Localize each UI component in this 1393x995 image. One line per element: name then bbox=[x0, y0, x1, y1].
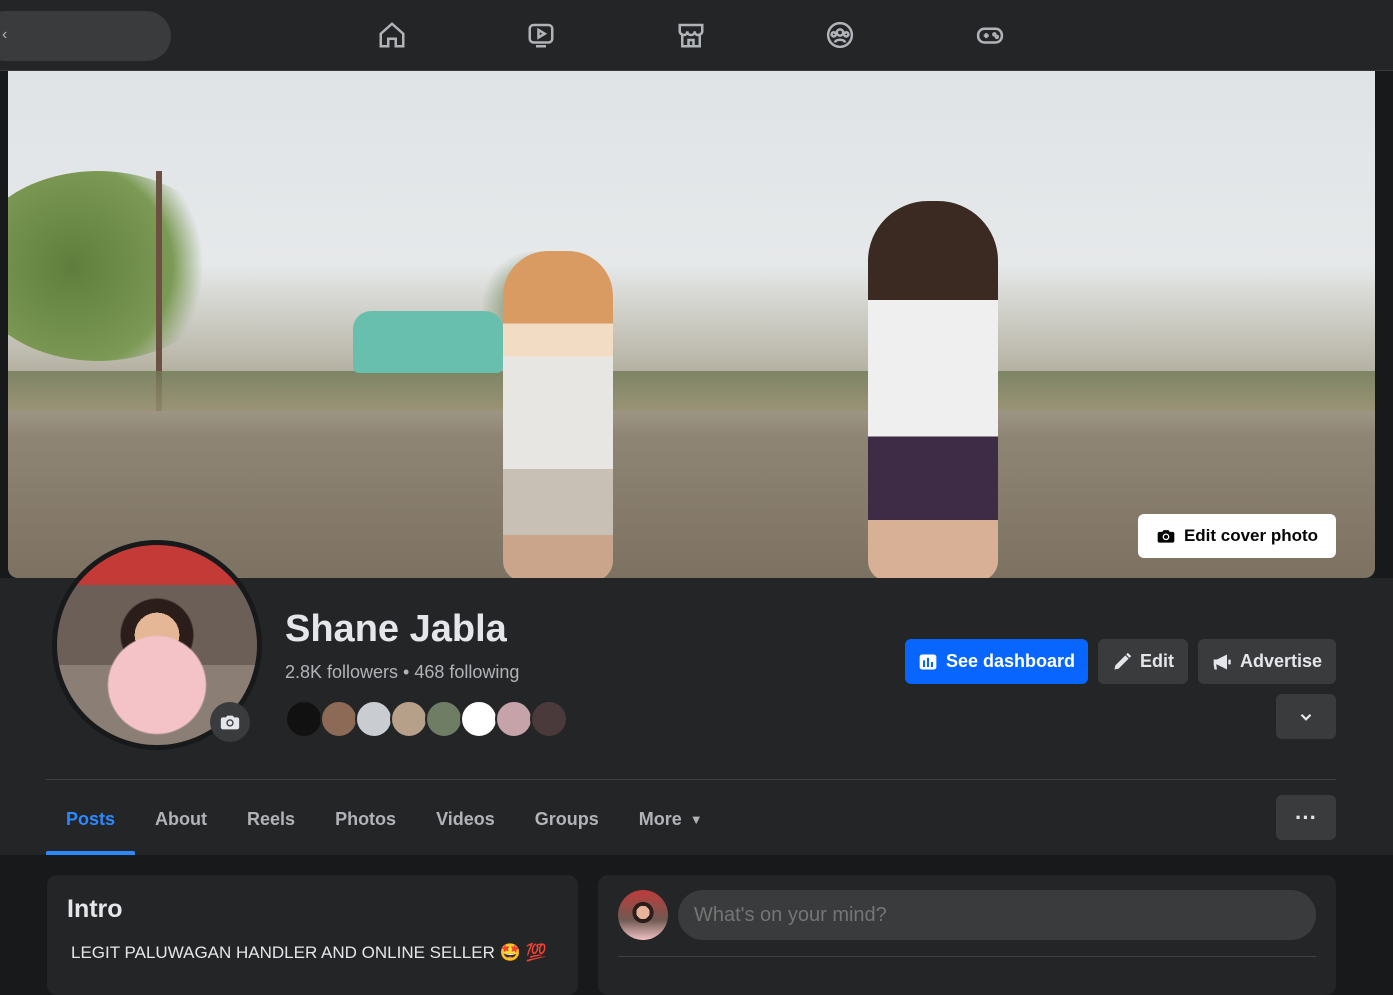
cover-van bbox=[353, 311, 503, 373]
top-navigation-bar: ‹ bbox=[0, 0, 1393, 71]
tab-reels[interactable]: Reels bbox=[227, 783, 315, 855]
cover-child bbox=[503, 251, 613, 578]
home-icon[interactable] bbox=[375, 18, 409, 52]
edit-cover-photo-label: Edit cover photo bbox=[1183, 526, 1319, 545]
tab-about[interactable]: About bbox=[135, 783, 227, 855]
edit-cover-photo-button[interactable]: Edit cover photo bbox=[1138, 514, 1336, 558]
gaming-icon[interactable] bbox=[973, 18, 1007, 52]
friend-avatar[interactable] bbox=[460, 700, 498, 738]
friend-avatars[interactable] bbox=[285, 700, 568, 740]
intro-bio: LEGIT PALUWAGAN HANDLER AND ONLINE SELLE… bbox=[71, 943, 547, 962]
intro-card: Intro LEGIT PALUWAGAN HANDLER AND ONLINE… bbox=[47, 875, 578, 995]
friend-avatar[interactable] bbox=[320, 700, 358, 738]
pencil-icon bbox=[1114, 652, 1132, 669]
profile-name: Shane Jabla bbox=[285, 608, 507, 650]
video-icon[interactable] bbox=[524, 18, 558, 52]
chevron-down-icon bbox=[1300, 713, 1312, 721]
cover-tree bbox=[8, 171, 228, 361]
edit-label: Edit bbox=[1140, 651, 1174, 671]
see-dashboard-label: See dashboard bbox=[945, 651, 1076, 671]
post-composer bbox=[598, 875, 1336, 995]
cover-photo[interactable] bbox=[8, 71, 1375, 578]
dashboard-icon bbox=[919, 654, 937, 669]
tab-label: About bbox=[155, 808, 208, 829]
camera-icon bbox=[220, 715, 240, 730]
caret-down-icon: ▼ bbox=[689, 811, 703, 827]
cover-hill bbox=[8, 371, 1375, 411]
friend-avatar[interactable] bbox=[355, 700, 393, 738]
tab-label: Videos bbox=[436, 808, 495, 829]
whats-on-your-mind-input[interactable] bbox=[678, 890, 1316, 940]
tab-posts[interactable]: Posts bbox=[46, 783, 136, 855]
see-dashboard-button[interactable]: See dashboard bbox=[905, 639, 1088, 684]
tab-label: Groups bbox=[534, 808, 599, 829]
tab-groups[interactable]: Groups bbox=[515, 783, 619, 855]
intro-title: Intro bbox=[67, 895, 123, 923]
composer-divider bbox=[618, 956, 1316, 957]
advertise-button[interactable]: Advertise bbox=[1198, 639, 1336, 684]
tab-more[interactable]: More ▼ bbox=[619, 783, 723, 855]
tab-photos[interactable]: Photos bbox=[315, 783, 416, 855]
marketplace-icon[interactable] bbox=[674, 18, 708, 52]
megaphone-icon bbox=[1213, 654, 1231, 669]
header-divider bbox=[46, 779, 1336, 780]
friend-avatar[interactable] bbox=[285, 700, 323, 738]
tab-label: Photos bbox=[335, 808, 397, 829]
tab-videos[interactable]: Videos bbox=[416, 783, 515, 855]
follower-stats[interactable]: 2.8K followers • 468 following bbox=[285, 662, 519, 683]
profile-options-dropdown[interactable] bbox=[1276, 694, 1336, 739]
friend-avatar[interactable] bbox=[390, 700, 428, 738]
friend-avatar[interactable] bbox=[530, 700, 568, 738]
cover-child bbox=[868, 201, 998, 578]
tab-label: More bbox=[638, 808, 682, 829]
camera-icon bbox=[1157, 530, 1175, 543]
search-bar[interactable]: ‹ bbox=[0, 11, 171, 61]
profile-tabs: Posts About Reels Photos Videos Groups M… bbox=[46, 783, 723, 855]
friend-avatar[interactable] bbox=[495, 700, 533, 738]
edit-profile-button[interactable]: Edit bbox=[1098, 639, 1188, 684]
tab-label: Posts bbox=[66, 808, 116, 829]
more-options-button[interactable]: ··· bbox=[1276, 795, 1336, 840]
friend-avatar[interactable] bbox=[425, 700, 463, 738]
update-profile-picture-button[interactable] bbox=[210, 702, 250, 742]
advertise-label: Advertise bbox=[1239, 651, 1323, 671]
composer-avatar[interactable] bbox=[618, 890, 668, 940]
groups-icon[interactable] bbox=[823, 18, 857, 52]
back-chevron-icon[interactable]: ‹ bbox=[2, 26, 7, 44]
tab-label: Reels bbox=[247, 808, 296, 829]
